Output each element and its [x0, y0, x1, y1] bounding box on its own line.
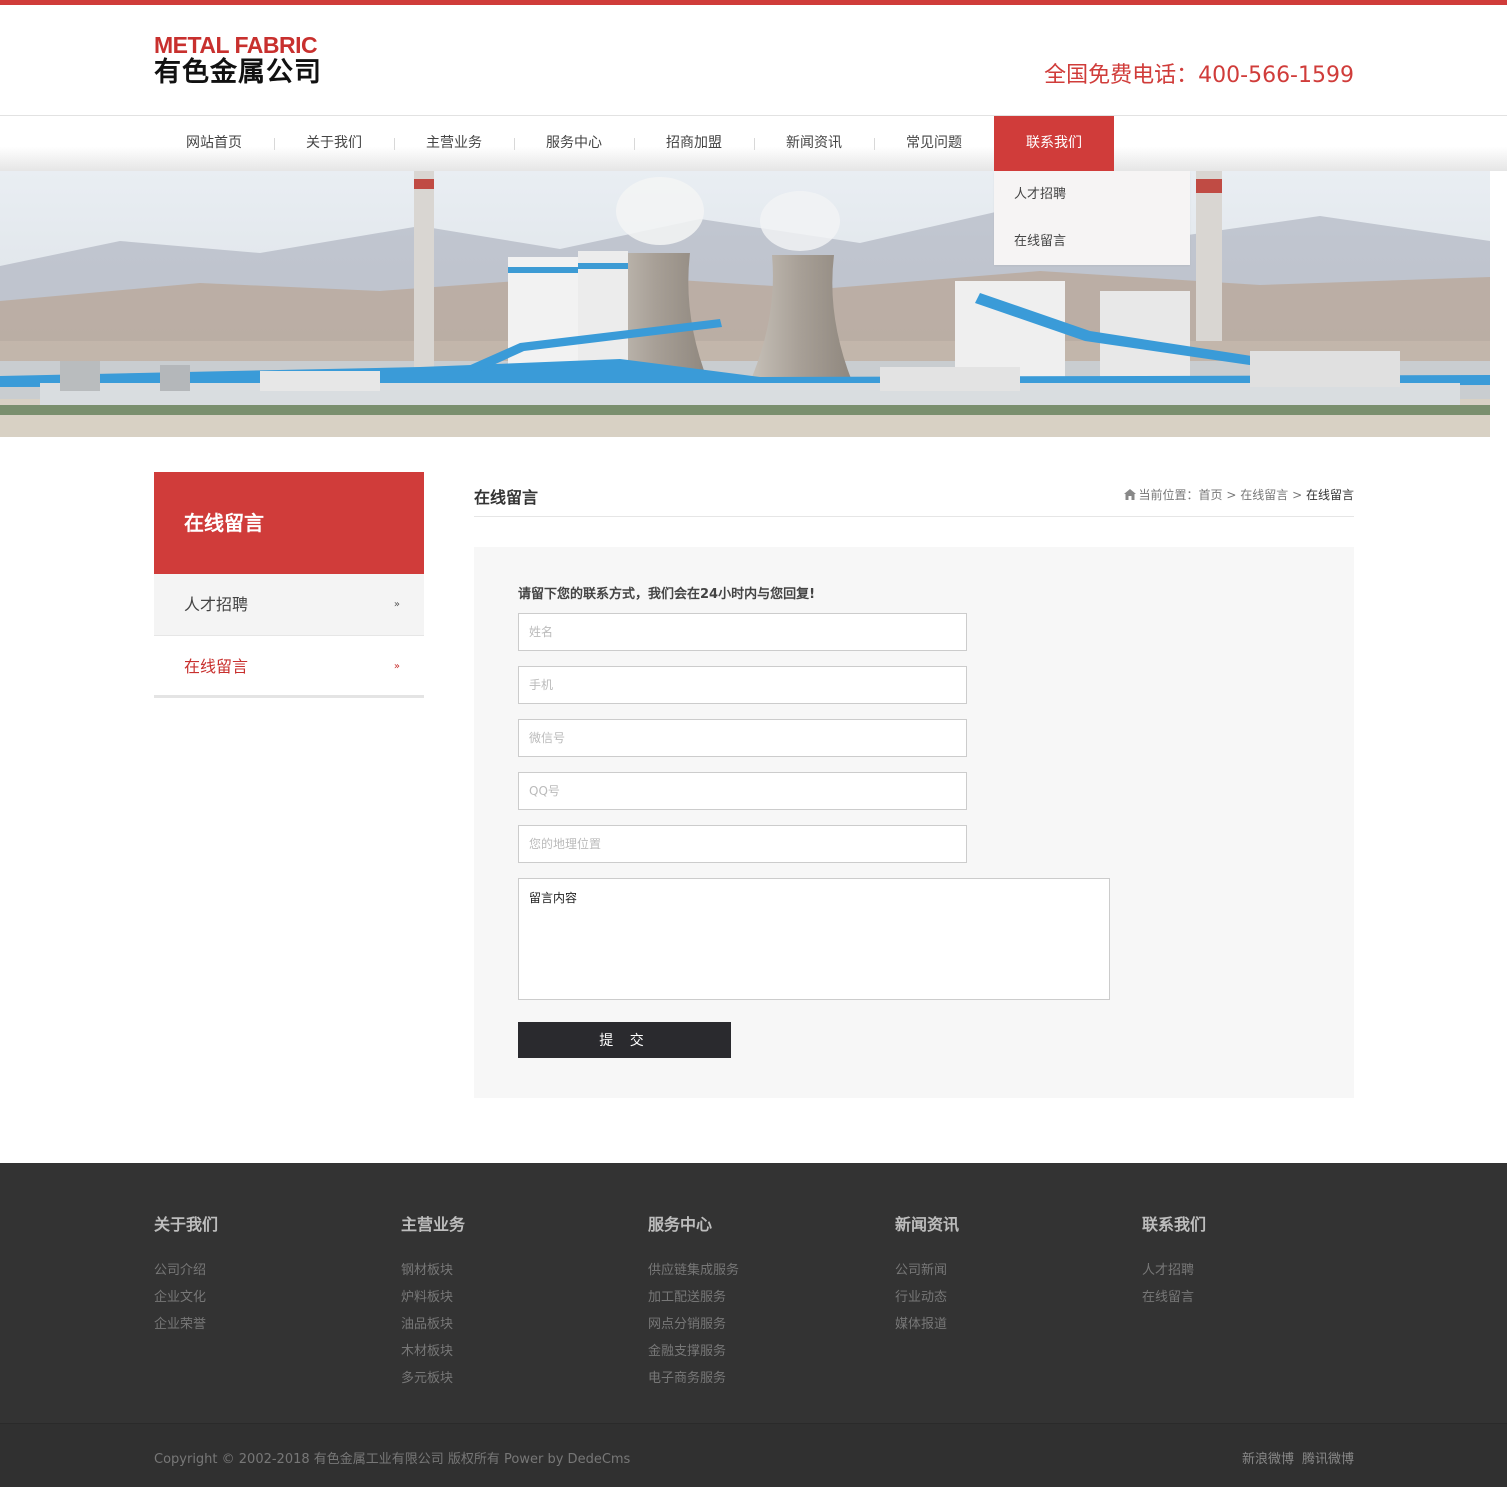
footer-link[interactable]: 炉料板块	[401, 1284, 465, 1311]
logo-chinese-text: 有色金属公司	[154, 57, 322, 88]
nav-item-home[interactable]: 网站首页	[154, 116, 274, 171]
footer-column-title: 新闻资讯	[895, 1215, 960, 1234]
breadcrumb-separator: >	[1226, 488, 1237, 502]
sidebar-title: 在线留言	[154, 472, 424, 574]
banner-image	[0, 171, 1490, 437]
breadcrumb-current: 在线留言	[1305, 488, 1354, 502]
footer-column-title: 关于我们	[154, 1215, 219, 1234]
nav-item-business[interactable]: 主营业务	[394, 116, 514, 171]
hotline-text: 全国免费电话：400-566-1599	[1044, 63, 1354, 88]
double-chevron-right-icon: »	[393, 661, 400, 672]
contact-dropdown-menu: 人才招聘 在线留言	[994, 171, 1190, 265]
main-section: 在线留言 人才招聘 » 在线留言 » 在线留言 当前位置：首页 > 在线留言 >…	[0, 437, 1507, 1163]
dropdown-item-recruitment[interactable]: 人才招聘	[994, 171, 1190, 218]
content-area: 在线留言 当前位置：首页 > 在线留言 > 在线留言 请留下您的联系方式，我们会…	[474, 472, 1354, 1098]
footer-link[interactable]: 媒体报道	[895, 1311, 959, 1338]
sidebar-item-label: 在线留言	[184, 657, 249, 676]
nav-item-service[interactable]: 服务中心	[514, 116, 634, 171]
footer-link[interactable]: 多元板块	[401, 1365, 465, 1392]
weibo-sina-link[interactable]: 新浪微博	[1242, 1452, 1294, 1467]
footer-link[interactable]: 企业文化	[154, 1284, 218, 1311]
site-logo[interactable]: METAL FABRIC 有色金属公司	[154, 33, 322, 89]
footer-link[interactable]: 行业动态	[895, 1284, 959, 1311]
footer-link[interactable]: 人才招聘	[1142, 1257, 1206, 1284]
sidebar-item-message[interactable]: 在线留言 »	[154, 636, 424, 698]
footer-column-news: 新闻资讯 公司新闻 行业动态 媒体报道	[895, 1211, 959, 1338]
breadcrumb-separator: >	[1292, 488, 1303, 502]
footer-column-service: 服务中心 供应链集成服务 加工配送服务 网点分销服务 金融支撑服务 电子商务服务	[648, 1211, 739, 1392]
sidebar-item-recruitment[interactable]: 人才招聘 »	[154, 574, 424, 636]
site-header: METAL FABRIC 有色金属公司 全国免费电话：400-566-1599	[0, 5, 1507, 115]
footer-column-about: 关于我们 公司介绍 企业文化 企业荣誉	[154, 1211, 218, 1338]
footer-link[interactable]: 钢材板块	[401, 1257, 465, 1284]
phone-input[interactable]	[518, 666, 967, 704]
footer-link[interactable]: 供应链集成服务	[648, 1257, 739, 1284]
main-nav: 网站首页 关于我们 主营业务 服务中心 招商加盟 新闻资讯 常见问题 联系我们	[0, 115, 1507, 171]
footer-column-title: 服务中心	[648, 1215, 713, 1234]
footer-link[interactable]: 加工配送服务	[648, 1284, 739, 1311]
sidebar: 在线留言 人才招聘 » 在线留言 »	[154, 472, 424, 698]
breadcrumb-prefix: 当前位置：	[1138, 488, 1199, 502]
name-input[interactable]	[518, 613, 967, 651]
submit-button[interactable]: 提 交	[518, 1022, 731, 1058]
footer-link[interactable]: 金融支撑服务	[648, 1338, 739, 1365]
nav-item-franchise[interactable]: 招商加盟	[634, 116, 754, 171]
home-icon	[1123, 489, 1136, 500]
footer-column-title: 主营业务	[401, 1215, 466, 1234]
footer-link[interactable]: 网点分销服务	[648, 1311, 739, 1338]
content-header: 在线留言 当前位置：首页 > 在线留言 > 在线留言	[474, 472, 1354, 517]
footer-link[interactable]: 电子商务服务	[648, 1365, 739, 1392]
industrial-plant-illustration	[0, 171, 1490, 437]
footer-link[interactable]: 公司新闻	[895, 1257, 959, 1284]
wechat-input[interactable]	[518, 719, 967, 757]
social-links: 新浪微博 腾讯微博	[1242, 1448, 1354, 1467]
footer-link[interactable]: 油品板块	[401, 1311, 465, 1338]
footer-link[interactable]: 木材板块	[401, 1338, 465, 1365]
message-form: 请留下您的联系方式，我们会在24小时内与您回复! 留言内容 提 交	[474, 547, 1354, 1098]
double-chevron-right-icon: »	[393, 599, 400, 610]
logo-english-text: METAL FABRIC	[154, 32, 318, 58]
footer-link[interactable]: 企业荣誉	[154, 1311, 218, 1338]
sidebar-item-label: 人才招聘	[184, 595, 249, 614]
footer-link[interactable]: 在线留言	[1142, 1284, 1206, 1311]
nav-item-faq[interactable]: 常见问题	[874, 116, 994, 171]
dropdown-item-message[interactable]: 在线留言	[994, 218, 1190, 265]
message-textarea[interactable]: 留言内容	[518, 878, 1110, 1000]
nav-item-contact[interactable]: 联系我们	[994, 116, 1114, 171]
location-input[interactable]	[518, 825, 967, 863]
breadcrumb-section-link[interactable]: 在线留言	[1240, 488, 1288, 502]
qq-input[interactable]	[518, 772, 967, 810]
site-footer: 关于我们 公司介绍 企业文化 企业荣誉 主营业务 钢材板块 炉料板块 油品板块 …	[0, 1163, 1507, 1487]
footer-link[interactable]: 公司介绍	[154, 1257, 218, 1284]
weibo-tencent-link[interactable]: 腾讯微博	[1302, 1452, 1354, 1467]
breadcrumb: 当前位置：首页 > 在线留言 > 在线留言	[1123, 486, 1354, 503]
footer-column-title: 联系我们	[1142, 1215, 1207, 1234]
footer-column-contact: 联系我们 人才招聘 在线留言	[1142, 1211, 1206, 1311]
footer-column-business: 主营业务 钢材板块 炉料板块 油品板块 木材板块 多元板块	[401, 1211, 465, 1392]
form-instruction: 请留下您的联系方式，我们会在24小时内与您回复!	[518, 587, 816, 602]
breadcrumb-home-link[interactable]: 首页	[1199, 488, 1223, 502]
nav-item-about[interactable]: 关于我们	[274, 116, 394, 171]
nav-item-news[interactable]: 新闻资讯	[754, 116, 874, 171]
page-title: 在线留言	[474, 488, 539, 507]
copyright-text: Copyright © 2002-2018 有色金属工业有限公司 版权所有 Po…	[154, 1452, 631, 1467]
copyright-bar: Copyright © 2002-2018 有色金属工业有限公司 版权所有 Po…	[0, 1423, 1507, 1487]
